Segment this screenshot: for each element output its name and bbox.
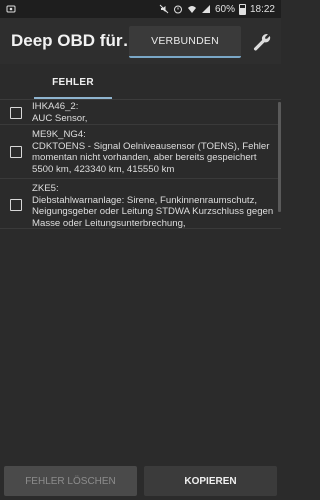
connection-button[interactable]: VERBUNDEN [129, 26, 241, 58]
error-text: ME9K_NG4: CDKTOENS - Signal Oelniveausen… [32, 129, 281, 175]
error-text: ZKE5: Diebstahlwarnanlage: Sirene, Funki… [32, 183, 281, 229]
error-description: Diebstahlwarnanlage: Sirene, Funkinnenra… [32, 194, 274, 229]
battery-percent: 60% [214, 3, 235, 15]
checkbox-wrapper [0, 183, 32, 211]
error-checkbox[interactable] [10, 199, 22, 211]
checkbox-wrapper [0, 129, 32, 158]
error-description: AUC Sensor, [32, 112, 88, 124]
list-item: ME9K_NG4: CDKTOENS - Signal Oelniveausen… [0, 127, 281, 179]
notification-icon [6, 4, 16, 14]
battery-icon [238, 3, 246, 15]
clear-errors-button[interactable]: FEHLER LÖSCHEN [4, 466, 137, 496]
error-module: ME9K_NG4: [32, 129, 86, 140]
error-description: CDKTOENS - Signal Oelniveausensor (TOENS… [32, 140, 270, 175]
clock: 18:22 [249, 3, 275, 15]
error-module: IHKA46_2: [32, 101, 79, 112]
error-module: ZKE5: [32, 183, 59, 194]
signal-icon [201, 4, 211, 14]
status-bar-right: 60% 18:22 [159, 3, 275, 15]
error-checkbox[interactable] [10, 146, 22, 158]
error-text: IHKA46_2: AUC Sensor, [32, 101, 281, 124]
status-bar: 60% 18:22 [0, 0, 281, 18]
checkbox-wrapper [0, 101, 32, 119]
copy-button[interactable]: KOPIEREN [144, 466, 277, 496]
error-checkbox[interactable] [10, 107, 22, 119]
app-title: Deep OBD für… [11, 31, 140, 50]
tab-fehler[interactable]: FEHLER [34, 64, 112, 100]
wifi-icon [187, 4, 197, 14]
list-item: ZKE5: Diebstahlwarnanlage: Sirene, Funki… [0, 181, 281, 229]
error-list: IHKA46_2: AUC Sensor, ME9K_NG4: CDKTOENS… [0, 100, 281, 229]
scrollbar[interactable] [278, 102, 281, 212]
status-bar-left [6, 4, 16, 14]
wrench-icon[interactable] [250, 30, 274, 54]
list-item: IHKA46_2: AUC Sensor, [0, 100, 281, 125]
app-bar: Deep OBD für… VERBUNDEN [0, 18, 281, 64]
tab-bar: FEHLER [0, 64, 281, 100]
mute-icon [159, 4, 169, 14]
alarm-icon [173, 4, 183, 14]
